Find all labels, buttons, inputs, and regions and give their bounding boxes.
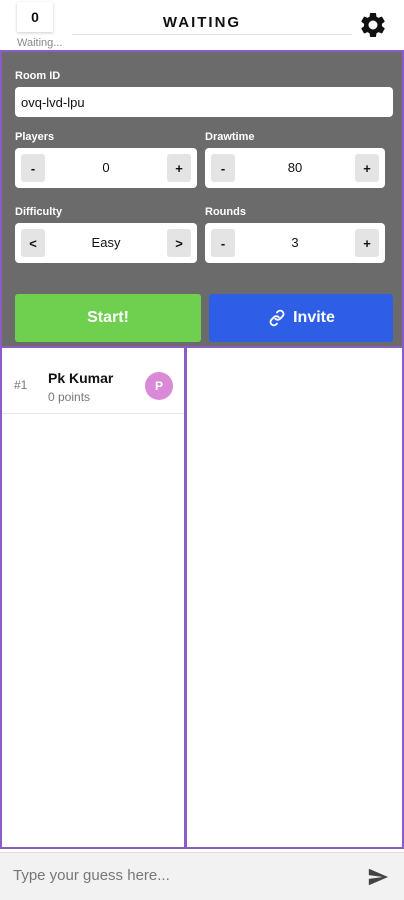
- drawtime-increase-button[interactable]: +: [355, 154, 379, 182]
- start-button[interactable]: Start!: [15, 294, 201, 342]
- avatar-letter: P: [154, 379, 163, 393]
- guess-input[interactable]: Type your guess here...: [13, 867, 170, 884]
- players-label: Players: [15, 131, 55, 143]
- rounds-label: Rounds: [205, 206, 246, 218]
- avatar: P: [145, 372, 173, 400]
- rounds-increase-button[interactable]: +: [355, 229, 379, 257]
- difficulty-next-button[interactable]: >: [167, 229, 191, 257]
- room-id-label: Room ID: [15, 70, 61, 82]
- send-icon[interactable]: [366, 866, 390, 888]
- top-bar: 0 Waiting... WAITING: [0, 0, 404, 50]
- list-item: #1 Pk Kumar 0 points P: [2, 348, 184, 414]
- invite-button[interactable]: Invite: [209, 294, 393, 342]
- rounds-stepper: - 3 +: [205, 223, 385, 263]
- game-status: Waiting...: [17, 37, 63, 49]
- page-title: WAITING: [162, 14, 242, 31]
- difficulty-selector: < Easy >: [15, 223, 197, 263]
- room-settings-panel: Room ID Players - 0 + Drawtime - 80 + Di…: [0, 50, 404, 346]
- player-list: #1 Pk Kumar 0 points P: [0, 346, 186, 849]
- header-divider: [72, 34, 352, 35]
- player-rank: #1: [14, 378, 28, 392]
- player-points: 0 points: [48, 390, 91, 404]
- guess-bar: Type your guess here...: [0, 852, 404, 900]
- drawtime-stepper: - 80 +: [205, 148, 385, 188]
- invite-button-label: Invite: [293, 309, 335, 326]
- start-button-label: Start!: [87, 309, 129, 326]
- players-increase-button[interactable]: +: [167, 154, 191, 182]
- drawtime-label: Drawtime: [205, 131, 255, 143]
- difficulty-label: Difficulty: [15, 206, 63, 218]
- player-name: Pk Kumar: [48, 370, 114, 386]
- players-stepper: - 0 +: [15, 148, 197, 188]
- chat-area: [185, 346, 404, 849]
- gear-icon[interactable]: [358, 10, 388, 40]
- room-id-input[interactable]: [15, 87, 393, 117]
- link-icon: [269, 309, 285, 327]
